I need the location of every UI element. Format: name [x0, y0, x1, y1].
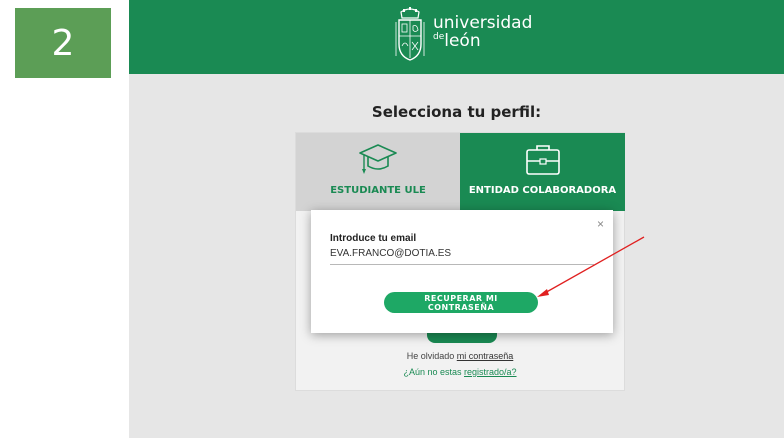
app-screen: universidad deleón Selecciona tu perfil:… — [129, 0, 784, 438]
email-label: Introduce tu email — [330, 233, 417, 244]
university-logo[interactable]: universidad deleón — [395, 6, 532, 64]
tab-estudiante-label: ESTUDIANTE ULE — [330, 185, 426, 196]
brand-wordmark: universidad deleón — [433, 15, 532, 50]
site-header: universidad deleón — [129, 0, 784, 74]
recover-password-modal: × Introduce tu email RECUPERAR MI CONTRA… — [311, 210, 613, 333]
close-icon[interactable]: × — [597, 217, 604, 231]
brand-leon: león — [444, 31, 481, 51]
page-title: Selecciona tu perfil: — [371, 103, 542, 121]
email-field[interactable] — [330, 248, 594, 265]
briefcase-icon — [525, 145, 560, 175]
register-text: ¿Aún no estas registrado/a? — [296, 367, 624, 377]
forgot-password-link[interactable]: mi contraseña — [457, 351, 514, 361]
recover-password-button[interactable]: RECUPERAR MI CONTRASEÑA — [384, 292, 538, 313]
register-prefix: ¿Aún no estas — [403, 367, 464, 377]
graduation-cap-icon — [359, 144, 397, 174]
tab-entidad-colaboradora[interactable]: ENTIDAD COLABORADORA — [460, 133, 625, 211]
register-link[interactable]: registrado/a? — [464, 367, 517, 377]
brand-de: de — [433, 32, 445, 42]
coat-of-arms-icon — [395, 7, 425, 61]
forgot-prefix: He olvidado — [406, 351, 457, 361]
tab-entidad-label: ENTIDAD COLABORADORA — [468, 185, 617, 196]
tab-estudiante-ule[interactable]: ESTUDIANTE ULE — [296, 133, 460, 211]
forgot-password-text: He olvidado mi contraseña — [296, 351, 624, 361]
step-number-badge: 2 — [15, 8, 111, 78]
brand-line-universidad: universidad — [433, 13, 533, 33]
